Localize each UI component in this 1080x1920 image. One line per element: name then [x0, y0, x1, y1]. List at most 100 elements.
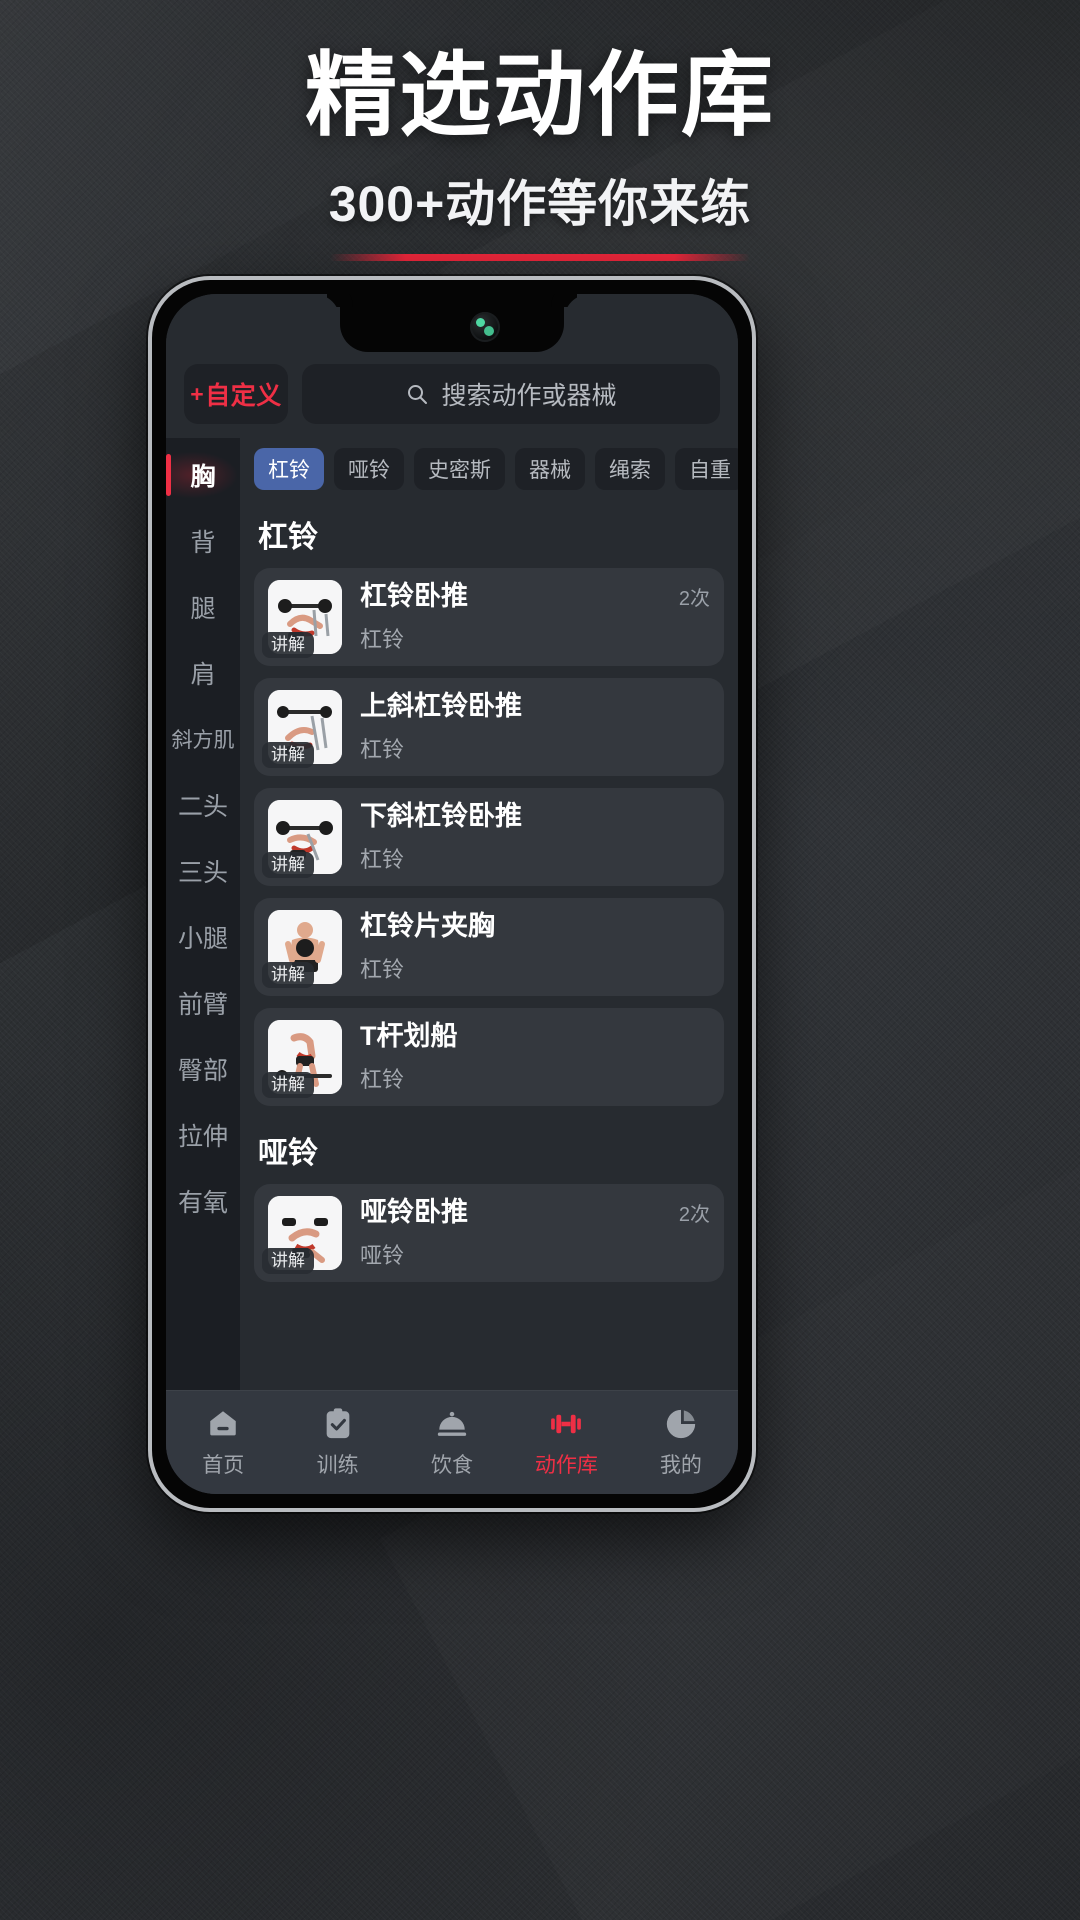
chip-smith[interactable]: 史密斯	[414, 448, 505, 490]
exercise-name: 上斜杠铃卧推	[360, 691, 522, 722]
sidebar-item-shoulders[interactable]: 肩	[166, 640, 240, 706]
pie-chart-icon	[666, 1409, 695, 1438]
exercise-name: 下斜杠铃卧推	[360, 801, 522, 832]
chip-label: 绳索	[609, 459, 651, 482]
phone-screen: + 自定义 搜索动作或器械 胸 背 腿 肩 斜方肌 二头 三头 小腿 前臂 臀部…	[166, 294, 738, 1494]
top-bar: + 自定义 搜索动作或器械	[166, 356, 738, 438]
tab-label: 动作库	[534, 1453, 598, 1477]
chip-barbell[interactable]: 杠铃	[254, 448, 324, 490]
equipment-filter-chips[interactable]: 杠铃 哑铃 史密斯 器械 绳索 自重 其他	[240, 438, 738, 502]
tutorial-badge[interactable]: 讲解	[262, 851, 314, 878]
sidebar-item-calves[interactable]: 小腿	[166, 904, 240, 970]
tutorial-badge[interactable]: 讲解	[262, 741, 314, 768]
sidebar-item-label: 背	[190, 529, 216, 557]
tutorial-badge[interactable]: 讲解	[262, 1247, 314, 1274]
bottom-tab-bar[interactable]: 首页 训练 饮食 动作库 我的	[166, 1390, 738, 1494]
chip-machine[interactable]: 器械	[515, 448, 585, 490]
exercise-thumbnail-wrap: 讲解	[262, 800, 342, 878]
group-title-dumbbell: 哑铃	[258, 1137, 318, 1170]
tutorial-badge[interactable]: 讲解	[262, 631, 314, 658]
sidebar-item-label: 腿	[190, 595, 216, 623]
exercise-card[interactable]: 讲解 T杆划船 杠铃	[254, 1008, 724, 1106]
tab-diet[interactable]: 饮食	[395, 1407, 509, 1479]
sidebar-item-cardio[interactable]: 有氧	[166, 1168, 240, 1234]
sidebar-item-triceps[interactable]: 三头	[166, 838, 240, 904]
add-custom-button[interactable]: + 自定义	[184, 364, 288, 424]
tab-training[interactable]: 训练	[280, 1407, 394, 1479]
content-pane: 杠铃 哑铃 史密斯 器械 绳索 自重 其他 杠铃	[240, 438, 738, 1390]
promo-header: 精选动作库 300+动作等你来练	[0, 0, 1080, 261]
exercise-equipment: 杠铃	[360, 1066, 405, 1092]
exercise-info: T杆划船 杠铃	[342, 1020, 710, 1094]
tutorial-badge[interactable]: 讲解	[262, 1071, 314, 1098]
chip-dumbbell[interactable]: 哑铃	[334, 448, 404, 490]
muscle-group-sidebar[interactable]: 胸 背 腿 肩 斜方肌 二头 三头 小腿 前臂 臀部 拉伸 有氧	[166, 438, 240, 1390]
tab-exercise-library[interactable]: 动作库	[509, 1407, 623, 1479]
exercise-card[interactable]: 讲解 杠铃卧推 杠铃 2次	[254, 568, 724, 666]
phone-mockup: + 自定义 搜索动作或器械 胸 背 腿 肩 斜方肌 二头 三头 小腿 前臂 臀部…	[148, 276, 756, 1512]
exercise-equipment: 杠铃	[360, 626, 405, 652]
exercise-card[interactable]: 讲解 上斜杠铃卧推 杠铃	[254, 678, 724, 776]
page-title: 精选动作库	[304, 45, 775, 147]
exercise-info: 上斜杠铃卧推 杠铃	[342, 690, 710, 764]
sidebar-item-label: 二头	[177, 793, 228, 821]
exercise-thumbnail-wrap: 讲解	[262, 1020, 342, 1098]
home-icon	[210, 1410, 236, 1435]
search-icon	[408, 385, 428, 404]
tab-profile[interactable]: 我的	[624, 1407, 738, 1479]
exercise-name: 杠铃片夹胸	[360, 911, 495, 942]
sidebar-item-label: 小腿	[177, 925, 228, 953]
sidebar-item-label: 前臂	[177, 991, 228, 1019]
chip-label: 自重	[689, 459, 731, 482]
exercise-thumbnail-wrap: 讲解	[262, 1196, 342, 1274]
app-root: + 自定义 搜索动作或器械 胸 背 腿 肩 斜方肌 二头 三头 小腿 前臂 臀部…	[166, 294, 738, 1494]
sidebar-item-traps[interactable]: 斜方肌	[166, 706, 240, 772]
sidebar-item-back[interactable]: 背	[166, 508, 240, 574]
sidebar-item-legs[interactable]: 腿	[166, 574, 240, 640]
exercise-list[interactable]: 杠铃 讲解 杠铃卧推 杠铃 2次 讲解 上斜杠铃卧推 杠铃 讲解 下斜杠铃卧推 …	[240, 502, 738, 1390]
exercise-name: 哑铃卧推	[360, 1197, 468, 1228]
exercise-thumbnail-wrap: 讲解	[262, 910, 342, 988]
tab-label: 我的	[659, 1453, 702, 1477]
exercise-info: 杠铃卧推 杠铃	[342, 580, 679, 654]
chip-bodyweight[interactable]: 自重	[675, 448, 738, 490]
exercise-equipment: 杠铃	[360, 736, 405, 762]
tab-label: 饮食	[431, 1453, 474, 1477]
exercise-count-badge: 2次	[678, 588, 710, 610]
body-row: 胸 背 腿 肩 斜方肌 二头 三头 小腿 前臂 臀部 拉伸 有氧 杠铃 哑铃 史…	[166, 438, 738, 1390]
sidebar-item-stretch[interactable]: 拉伸	[166, 1102, 240, 1168]
group-title-barbell: 杠铃	[258, 521, 318, 554]
exercise-card[interactable]: 讲解 哑铃卧推 哑铃 2次	[254, 1184, 724, 1282]
sidebar-item-chest[interactable]: 胸	[166, 442, 240, 508]
add-custom-label: 自定义	[205, 382, 282, 410]
exercise-name: T杆划船	[360, 1021, 458, 1052]
sidebar-item-label: 有氧	[177, 1189, 228, 1217]
chip-cable[interactable]: 绳索	[595, 448, 665, 490]
tutorial-badge[interactable]: 讲解	[262, 961, 314, 988]
sidebar-item-label: 肩	[190, 661, 216, 689]
front-camera-icon	[470, 312, 500, 342]
tab-label: 首页	[202, 1453, 245, 1477]
exercise-info: 下斜杠铃卧推 杠铃	[342, 800, 710, 874]
sidebar-item-label: 斜方肌	[171, 729, 235, 752]
clipboard-check-icon	[326, 1407, 349, 1438]
exercise-equipment: 杠铃	[360, 846, 405, 872]
sidebar-item-glutes[interactable]: 臀部	[166, 1036, 240, 1102]
search-placeholder: 搜索动作或器械	[441, 382, 617, 410]
dumbbell-icon	[551, 1414, 582, 1433]
exercise-equipment: 哑铃	[360, 1242, 405, 1268]
chip-label: 史密斯	[428, 459, 491, 482]
sidebar-item-biceps[interactable]: 二头	[166, 772, 240, 838]
sidebar-item-forearms[interactable]: 前臂	[166, 970, 240, 1036]
exercise-info: 杠铃片夹胸 杠铃	[342, 910, 710, 984]
exercise-card[interactable]: 讲解 下斜杠铃卧推 杠铃	[254, 788, 724, 886]
exercise-thumbnail-wrap: 讲解	[262, 580, 342, 658]
plus-icon: +	[190, 380, 205, 407]
exercise-card[interactable]: 讲解 杠铃片夹胸 杠铃	[254, 898, 724, 996]
exercise-equipment: 杠铃	[360, 956, 405, 982]
sidebar-item-label: 臀部	[177, 1057, 228, 1085]
search-input[interactable]: 搜索动作或器械	[302, 364, 720, 424]
phone-notch	[340, 294, 564, 352]
sidebar-item-label: 胸	[190, 463, 216, 491]
tab-home[interactable]: 首页	[166, 1407, 280, 1479]
